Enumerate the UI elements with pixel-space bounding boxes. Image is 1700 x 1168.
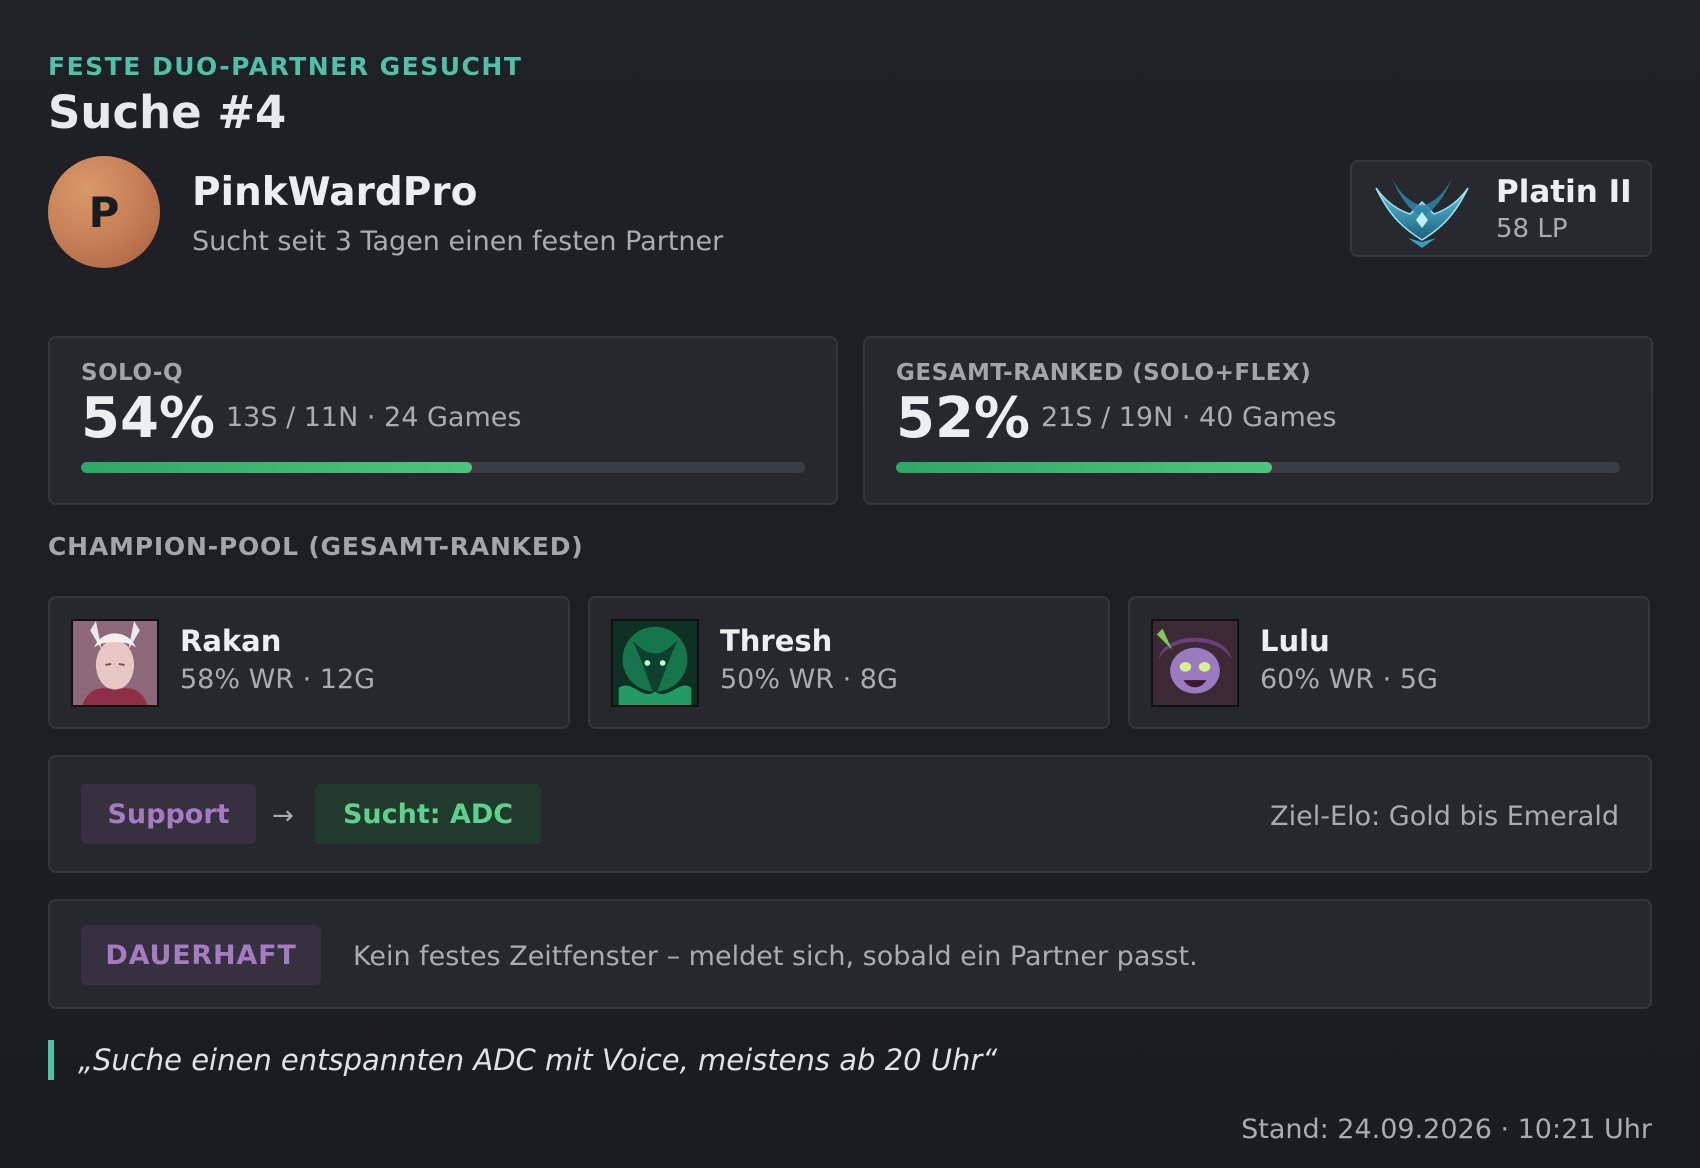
match-record: 21S / 19N · 40 Games bbox=[1041, 402, 1337, 433]
last-updated: Stand: 24.09.2026 · 10:21 Uhr bbox=[1241, 1114, 1652, 1145]
target-elo: Ziel-Elo: Gold bis Emerald bbox=[1270, 801, 1619, 832]
winrate-bar-fill bbox=[896, 462, 1273, 473]
winrate-bar bbox=[896, 462, 1620, 473]
schedule-text: Kein festes Zeitfenster – meldet sich, s… bbox=[353, 941, 1198, 972]
thresh-portrait-icon bbox=[611, 619, 699, 707]
seeking-role-badge: Sucht: ADC bbox=[315, 784, 541, 844]
listing-category: FESTE DUO-PARTNER GESUCHT bbox=[48, 52, 523, 81]
champion-pool-heading: CHAMPION-POOL (GESAMT-RANKED) bbox=[48, 532, 584, 561]
arrow-right-icon: → bbox=[272, 801, 294, 831]
stat-label: GESAMT-RANKED (SOLO+FLEX) bbox=[896, 360, 1312, 386]
player-name[interactable]: PinkWardPro bbox=[192, 170, 477, 215]
champion-name: Rakan bbox=[180, 624, 282, 658]
champion-stats: 60% WR · 5G bbox=[1260, 664, 1438, 695]
rakan-portrait-icon bbox=[71, 619, 159, 707]
winrate-value: 54% bbox=[81, 386, 216, 451]
quote-accent-bar bbox=[48, 1040, 54, 1080]
schedule-badge: DAUERHAFT bbox=[81, 925, 321, 985]
player-search-duration: Sucht seit 3 Tagen einen festen Partner bbox=[192, 226, 724, 257]
avatar: P bbox=[48, 156, 160, 268]
champion-name: Thresh bbox=[720, 624, 833, 658]
lulu-portrait-icon bbox=[1151, 619, 1239, 707]
rank-tier: Platin II bbox=[1496, 174, 1632, 210]
player-quote: „Suche einen entspannten ADC mit Voice, … bbox=[78, 1043, 998, 1077]
total-ranked-stats: GESAMT-RANKED (SOLO+FLEX) 52% 21S / 19N … bbox=[863, 336, 1653, 505]
stat-label: SOLO-Q bbox=[81, 360, 184, 386]
match-record: 13S / 11N · 24 Games bbox=[226, 402, 522, 433]
solo-queue-stats: SOLO-Q 54% 13S / 11N · 24 Games bbox=[48, 336, 838, 505]
champion-card-thresh[interactable]: Thresh 50% WR · 8G bbox=[588, 596, 1110, 729]
page-title: Suche #4 bbox=[48, 86, 287, 139]
rank-lp: 58 LP bbox=[1496, 214, 1568, 244]
rank-badge: Platin II 58 LP bbox=[1350, 160, 1652, 257]
own-role-badge: Support bbox=[81, 784, 256, 844]
role-preference: Support → Sucht: ADC Ziel-Elo: Gold bis … bbox=[48, 755, 1652, 873]
champion-card-lulu[interactable]: Lulu 60% WR · 5G bbox=[1128, 596, 1650, 729]
winrate-bar-fill bbox=[81, 462, 472, 473]
winrate-value: 52% bbox=[896, 386, 1031, 451]
champion-card-rakan[interactable]: Rakan 58% WR · 12G bbox=[48, 596, 570, 729]
schedule-info: DAUERHAFT Kein festes Zeitfenster – meld… bbox=[48, 899, 1652, 1009]
champion-stats: 58% WR · 12G bbox=[180, 664, 376, 695]
champion-name: Lulu bbox=[1260, 624, 1330, 658]
champion-stats: 50% WR · 8G bbox=[720, 664, 898, 695]
winrate-bar bbox=[81, 462, 805, 473]
platinum-emblem-icon bbox=[1372, 168, 1472, 250]
